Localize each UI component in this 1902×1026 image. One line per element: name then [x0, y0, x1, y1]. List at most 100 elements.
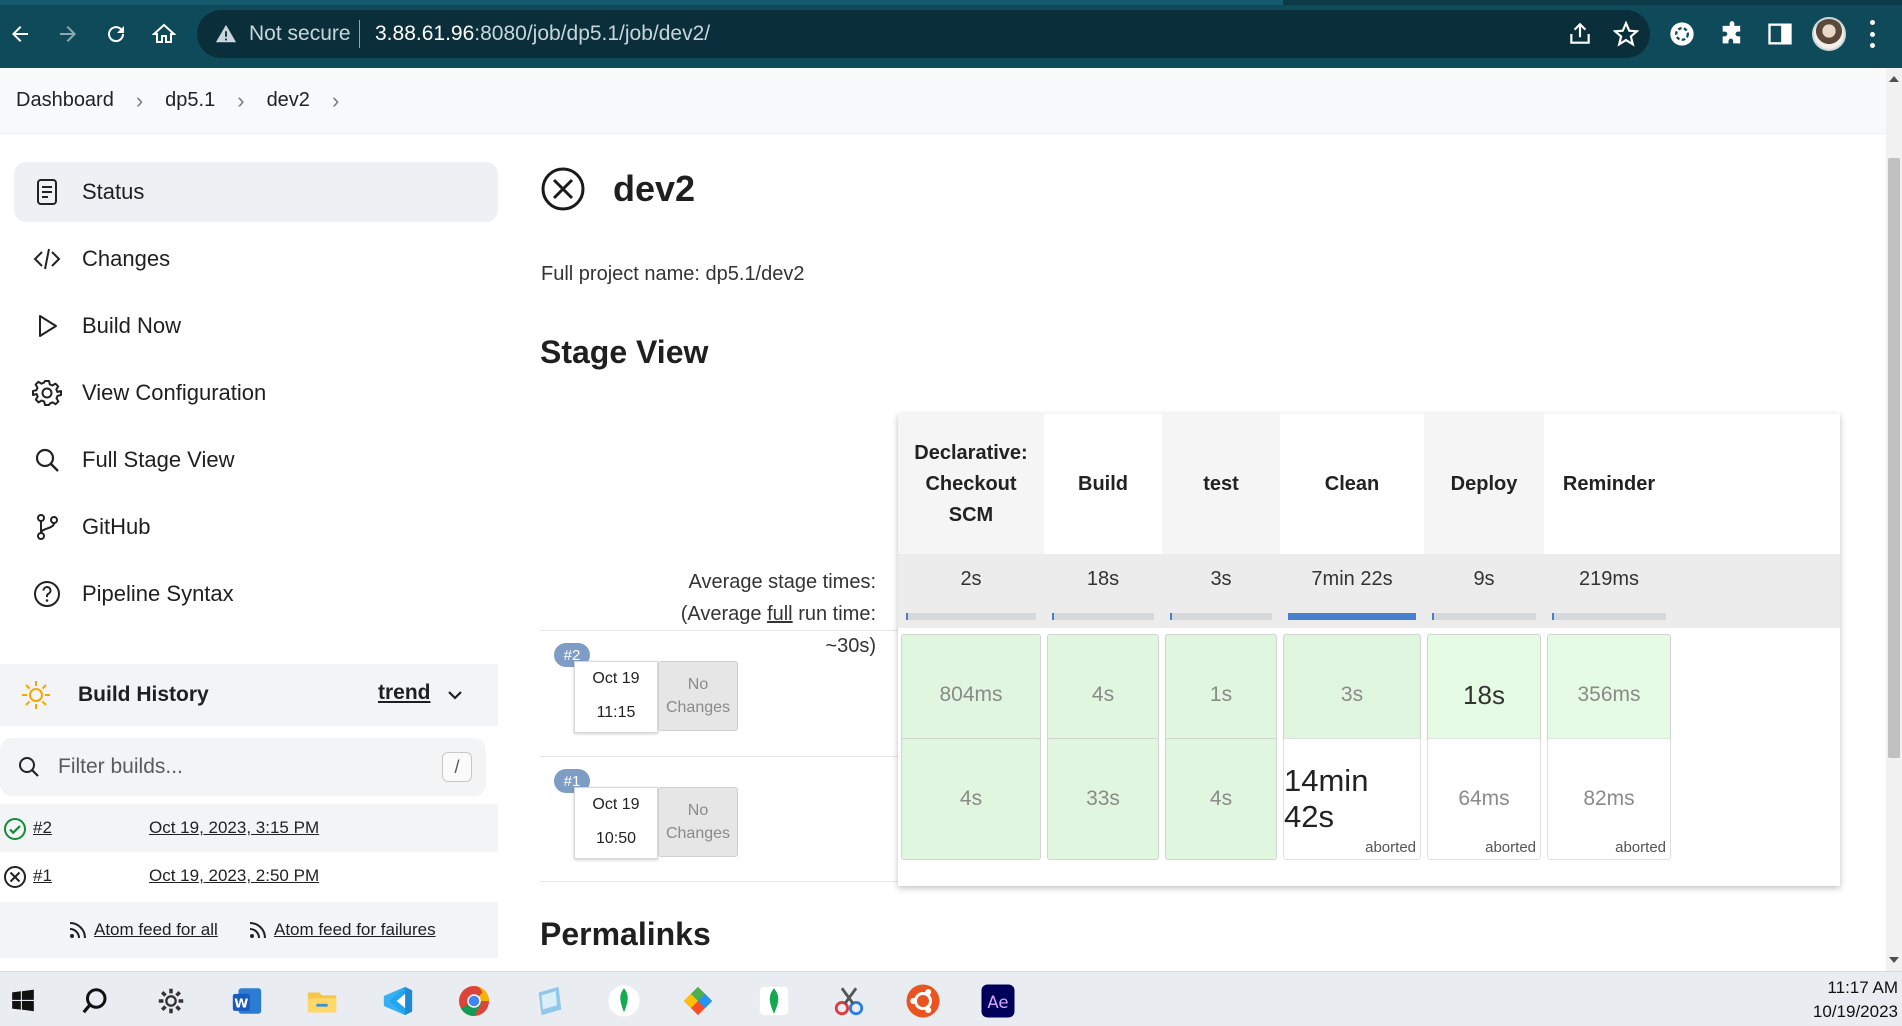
- sidebar-item-status[interactable]: Status: [14, 162, 498, 222]
- atom-feed-all-link[interactable]: Atom feed for all: [68, 920, 218, 940]
- average-time-bar: [906, 613, 1036, 620]
- sidebar-item-view-configuration[interactable]: View Configuration: [14, 363, 498, 423]
- share-icon[interactable]: [1567, 21, 1593, 47]
- forward-button[interactable]: [51, 17, 85, 51]
- stage-header-line: SCM: [948, 503, 994, 526]
- mongodb-compass-icon[interactable]: [605, 982, 643, 1020]
- puzzle-extensions-icon[interactable]: [1718, 20, 1746, 48]
- build-number-link[interactable]: #2: [33, 818, 52, 838]
- security-label[interactable]: Not secure: [249, 22, 351, 46]
- snipping-tool-icon[interactable]: [830, 982, 868, 1020]
- vscode-icon[interactable]: [379, 982, 417, 1020]
- git-kraken-icon[interactable]: [679, 982, 717, 1020]
- taskbar-search-icon[interactable]: [76, 982, 114, 1020]
- average-stage-time-value: 9s: [1473, 568, 1495, 590]
- scroll-up-arrow[interactable]: [1889, 76, 1899, 82]
- stage-duration: 4s: [1091, 683, 1115, 706]
- stage-duration: 18s: [1463, 679, 1505, 710]
- failed-x-circle-icon: [4, 866, 26, 888]
- stage-header-label: Reminder: [1563, 469, 1655, 500]
- profile-avatar[interactable]: [1812, 17, 1846, 51]
- sidebar-item-pipeline-syntax[interactable]: Pipeline Syntax: [14, 564, 498, 624]
- home-button[interactable]: [147, 17, 181, 51]
- stage-cell[interactable]: 4s: [1165, 738, 1277, 860]
- stage-status-note: aborted: [1485, 839, 1536, 856]
- breadcrumb-folder[interactable]: dp5.1: [165, 89, 215, 112]
- bookmark-star-icon[interactable]: [1613, 21, 1639, 47]
- scroll-down-arrow[interactable]: [1889, 957, 1899, 963]
- atom-feed-failures-link[interactable]: Atom feed for failures: [248, 920, 436, 940]
- arrow-left-icon: [12, 26, 28, 42]
- word-app-icon[interactable]: W: [228, 982, 266, 1020]
- taskbar-settings-icon[interactable]: [152, 982, 190, 1020]
- sidebar-item-label: Changes: [82, 246, 171, 271]
- chevron-down-icon[interactable]: [446, 686, 464, 704]
- reload-button[interactable]: [99, 17, 133, 51]
- address-bar[interactable]: Not secure 3.88.61.96:8080/job/dp5.1/job…: [197, 10, 1650, 58]
- file-explorer-icon[interactable]: [303, 982, 341, 1020]
- run-datebox[interactable]: Oct 19 11:15: [574, 661, 658, 733]
- sidebar-item-build-now[interactable]: Build Now: [14, 296, 498, 356]
- sidebar-item-full-stage-view[interactable]: Full Stage View: [14, 430, 498, 490]
- tab-strip: [0, 0, 1902, 5]
- atom-feed-all-label: Atom feed for all: [94, 920, 218, 939]
- stage-header-line: Clean: [1324, 472, 1380, 495]
- back-button[interactable]: [3, 17, 37, 51]
- stage-duration: 1s: [1209, 683, 1233, 706]
- after-effects-icon[interactable]: Ae: [979, 982, 1017, 1020]
- search-icon: [19, 757, 39, 777]
- stage-cell[interactable]: 33s: [1047, 738, 1159, 860]
- breadcrumb-dashboard[interactable]: Dashboard: [16, 89, 114, 112]
- chevron-right-icon[interactable]: ›: [136, 88, 143, 114]
- sidebar-item-label: GitHub: [82, 514, 151, 539]
- build-number-link[interactable]: #1: [33, 866, 52, 886]
- help-circle-icon: [32, 579, 62, 609]
- stage-header-line: Checkout: [925, 472, 1017, 495]
- average-stage-time: 2s: [898, 554, 1044, 628]
- chevron-right-icon[interactable]: ›: [332, 88, 339, 114]
- average-stage-time-value: 2s: [960, 568, 982, 590]
- browser-menu-icon[interactable]: [1868, 20, 1876, 48]
- build-date-link[interactable]: Oct 19, 2023, 3:15 PM: [149, 818, 319, 838]
- sidebar-item-github[interactable]: GitHub: [14, 497, 498, 557]
- success-check-icon: [4, 818, 26, 840]
- build-row[interactable]: #1 Oct 19, 2023, 2:50 PM: [0, 852, 498, 900]
- stage-cell[interactable]: 64ms aborted: [1427, 738, 1541, 860]
- mongodb-leaf-icon[interactable]: [755, 982, 793, 1020]
- status-document-icon: [32, 177, 62, 207]
- system-clock[interactable]: 11:17 AM 10/19/2023: [1813, 976, 1898, 1024]
- notepad-app-icon[interactable]: [531, 982, 569, 1020]
- ubuntu-icon[interactable]: [904, 982, 942, 1020]
- full-run-time-link[interactable]: full: [767, 603, 793, 625]
- chevron-right-icon[interactable]: ›: [237, 88, 244, 114]
- stage-status-note: aborted: [1365, 839, 1416, 856]
- scroll-thumb[interactable]: [1888, 158, 1900, 758]
- build-date-link[interactable]: Oct 19, 2023, 2:50 PM: [149, 866, 319, 886]
- stage-cell[interactable]: 14min 42s aborted: [1283, 738, 1421, 860]
- arrow-right-icon: [60, 26, 76, 42]
- trend-link[interactable]: trend: [378, 681, 431, 705]
- atom-feeds: Atom feed for all Atom feed for failures: [0, 902, 498, 958]
- average-stage-time: 219ms: [1544, 554, 1674, 628]
- stage-header: test: [1162, 414, 1280, 554]
- failed-status-icon: [541, 167, 585, 211]
- windows-start-icon[interactable]: [4, 982, 42, 1020]
- chrome-icon[interactable]: [455, 982, 493, 1020]
- changes-box[interactable]: No Changes: [658, 787, 738, 857]
- build-row[interactable]: #2 Oct 19, 2023, 3:15 PM: [0, 804, 498, 852]
- breadcrumb-job[interactable]: dev2: [267, 89, 310, 112]
- reload-icon: [108, 26, 125, 43]
- run-datebox[interactable]: Oct 19 10:50: [574, 787, 658, 859]
- stage-cell[interactable]: 4s: [901, 738, 1041, 860]
- side-panel-icon[interactable]: [1766, 20, 1794, 48]
- changes-box[interactable]: No Changes: [658, 661, 738, 731]
- url-text[interactable]: 3.88.61.96:8080/job/dp5.1/job/dev2/: [375, 22, 710, 46]
- stage-cell[interactable]: 82ms aborted: [1547, 738, 1671, 860]
- page-scrollbar[interactable]: [1886, 68, 1902, 971]
- active-tab-fragment[interactable]: [0, 0, 1283, 5]
- stage-duration: 64ms: [1458, 787, 1510, 810]
- filter-builds-input[interactable]: Filter builds... /: [0, 738, 486, 796]
- sidebar-item-changes[interactable]: Changes: [14, 229, 498, 289]
- extension-circle-icon[interactable]: [1668, 20, 1696, 48]
- average-time-bar: [1170, 613, 1272, 620]
